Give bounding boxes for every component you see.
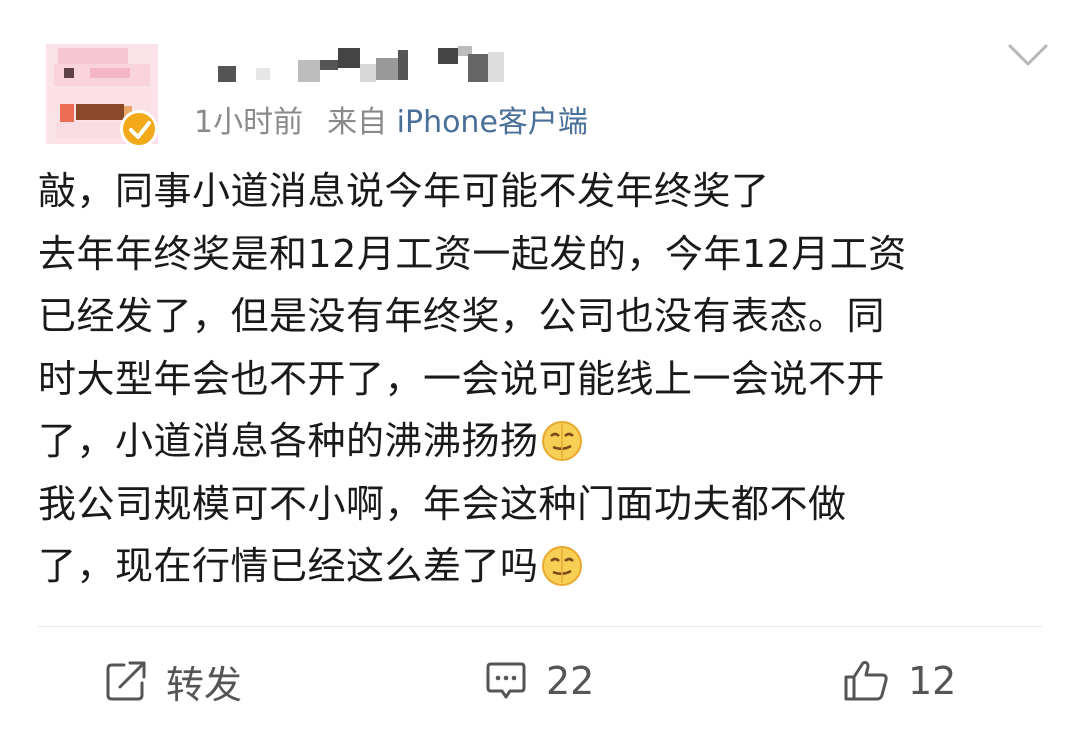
post-timestamp: 1小时前 [194,105,304,140]
source-prefix: 来自 [327,105,388,140]
content-line-with-emoji: 了，现在行情已经这么差了吗 [38,535,1058,598]
chevron-down-icon[interactable] [1006,40,1050,70]
source-client-link[interactable]: iPhone客户端 [397,105,588,140]
divider [38,626,1042,627]
like-count: 12 [908,659,957,703]
content-line: 时大型年会也不开了，一会说可能线上一会说不开 [38,356,886,401]
comment-count: 22 [546,659,595,703]
post-meta: 1小时前 来自 iPhone客户端 [194,102,588,144]
smirk-face-emoji [541,543,583,586]
smirk-face-emoji [541,418,583,461]
username-blurred[interactable] [212,46,512,92]
verified-check-badge-icon [120,110,158,148]
repost-label: 转发 [166,662,243,707]
comment-button[interactable]: 22 [484,650,594,712]
content-text: 了，小道消息各种的沸沸扬扬 [38,419,539,463]
content-text: 了，现在行情已经这么差了吗 [38,544,539,588]
like-button[interactable]: 12 [842,650,956,712]
comment-bubble-icon [486,662,526,699]
repost-button[interactable]: 转发 [104,650,242,712]
share-arrow-icon [106,661,146,701]
post-content: 敲，同事小道消息说今年可能不发年终奖了 去年年终奖是和12月工资一起发的，今年1… [38,160,1058,598]
content-line: 已经发了，但是没有年终奖，公司也没有表态。同 [38,294,886,338]
content-line: 去年年终奖是和12月工资一起发的，今年12月工资 [38,231,907,276]
content-line-with-emoji: 了，小道消息各种的沸沸扬扬 [38,410,1058,473]
content-line: 我公司规模可不小啊，年会这种门面功夫都不做 [38,481,847,526]
content-line: 敲，同事小道消息说今年可能不发年终奖了 [38,169,770,213]
thumbs-up-icon [844,661,888,701]
